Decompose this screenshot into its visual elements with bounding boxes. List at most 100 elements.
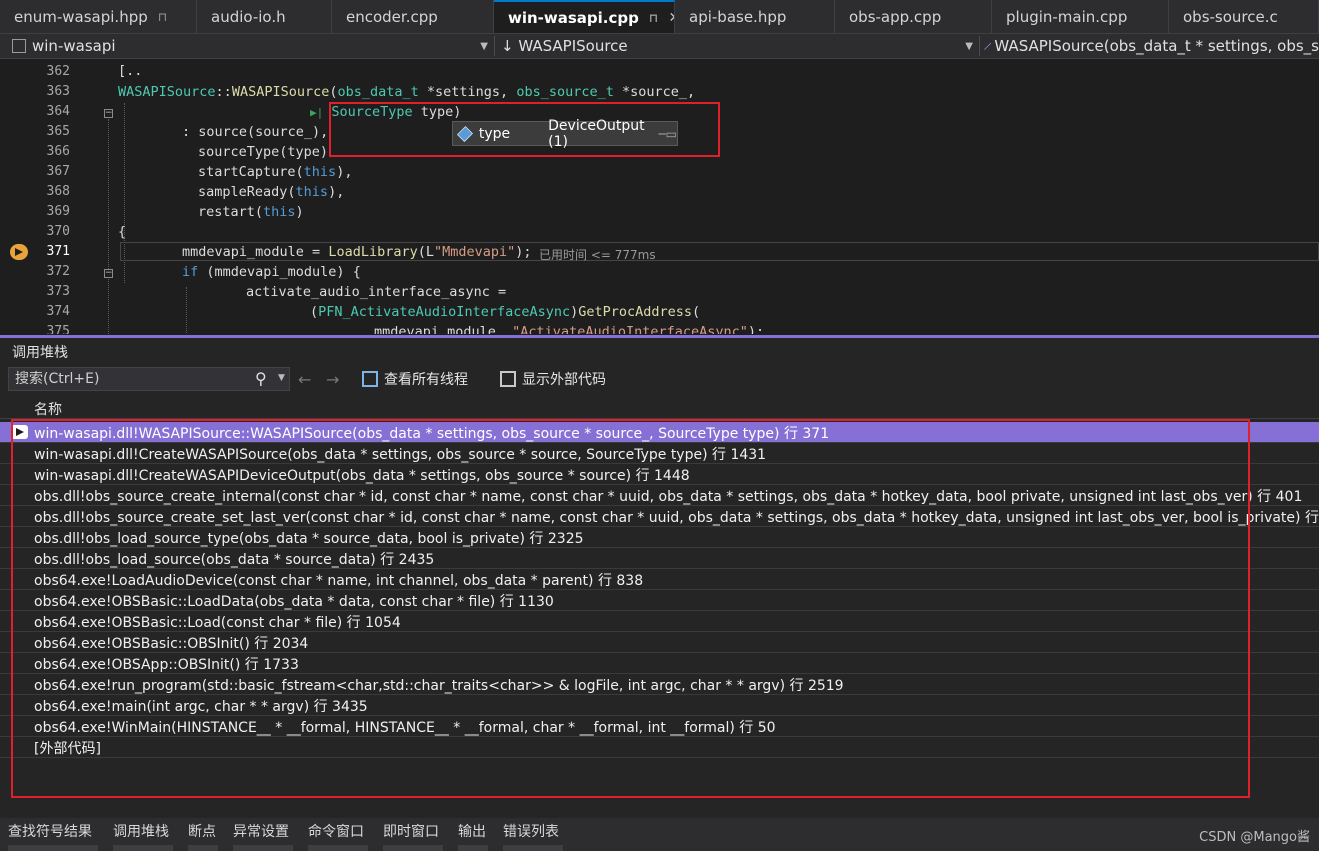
- member-dropdown[interactable]: WASAPISource(obs_data_t * settings, obs_…: [980, 34, 1319, 58]
- tab-label: enum-wasapi.hpp: [14, 7, 148, 26]
- code-line: [..: [118, 63, 143, 79]
- code-editor[interactable]: 362 363 364 365 366 367 368 369 370 371 …: [0, 59, 1319, 334]
- line-number: 362: [46, 64, 70, 79]
- search-box[interactable]: ⚲ ▼: [8, 367, 290, 391]
- tab-plugin-main-cpp[interactable]: plugin-main.cpp: [992, 0, 1169, 33]
- threads-icon: [362, 371, 378, 387]
- forward-arrow-icon[interactable]: →: [326, 370, 339, 389]
- tab-enum-wasapi-hpp[interactable]: enum-wasapi.hpp ⊓: [0, 0, 197, 33]
- column-header[interactable]: 名称: [0, 397, 1319, 419]
- tab-encoder-cpp[interactable]: encoder.cpp: [332, 0, 494, 33]
- line-number: 365: [46, 124, 70, 139]
- tab-error-list[interactable]: 错误列表: [503, 821, 559, 841]
- tab-underline: [503, 845, 563, 851]
- code-line: mmdevapi_module, "ActivateAudioInterface…: [374, 324, 765, 334]
- line-number: 375: [46, 324, 70, 334]
- code-line: activate_audio_interface_async =: [246, 284, 507, 300]
- back-arrow-icon[interactable]: ←: [298, 370, 311, 389]
- show-external-code-button[interactable]: 显示外部代码: [500, 369, 606, 389]
- tab-label: win-wasapi.cpp: [508, 8, 639, 27]
- pin-icon[interactable]: ⊓: [649, 11, 659, 25]
- collapse-icon[interactable]: −: [104, 269, 113, 278]
- tab-audio-io-h[interactable]: audio-io.h: [197, 0, 332, 33]
- variable-icon: [457, 125, 473, 142]
- fold-guide: [108, 119, 109, 269]
- collapse-icon[interactable]: −: [104, 109, 113, 118]
- tab-underline: [458, 845, 488, 851]
- line-number: 367: [46, 164, 70, 179]
- code-line: restart(this): [198, 204, 304, 220]
- navigation-bar: win-wasapi ▼ ↓ WASAPISource ▼ WASAPISour…: [0, 33, 1319, 59]
- tab-underline: [233, 845, 293, 851]
- line-number: 364: [46, 104, 70, 119]
- code-line: mmdevapi_module = LoadLibrary(L"Mmdevapi…: [182, 244, 532, 260]
- line-number: 371: [46, 244, 70, 259]
- tab-obs-source-c[interactable]: obs-source.c: [1169, 0, 1319, 33]
- code-line: startCapture(this),: [198, 164, 353, 180]
- project-icon: [12, 39, 26, 53]
- tab-obs-app-cpp[interactable]: obs-app.cpp: [835, 0, 992, 33]
- tab-label: encoder.cpp: [346, 7, 438, 26]
- watermark: CSDN @Mango酱: [1199, 830, 1310, 845]
- pin-icon[interactable]: ⊓: [158, 10, 167, 24]
- tab-underline: [308, 845, 368, 851]
- datatip-value[interactable]: DeviceOutput (1): [548, 118, 650, 150]
- chevron-down-icon: ▼: [480, 40, 488, 52]
- code-line: sampleReady(this),: [198, 184, 345, 200]
- datatip-name: type: [478, 125, 511, 142]
- code-line: : source(source_),: [182, 124, 329, 140]
- member-label: WASAPISource(obs_data_t * settings, obs_…: [994, 37, 1319, 55]
- tab-output[interactable]: 输出: [458, 821, 486, 841]
- call-stack-panel: 调用堆栈 ⚲ ▼ ← → 查看所有线程 显示外部代码 名称 win-wasapi…: [0, 338, 1319, 818]
- line-number: 368: [46, 184, 70, 199]
- highlight-box: [11, 419, 1250, 798]
- execution-pointer-icon: [10, 244, 28, 260]
- line-number: 370: [46, 224, 70, 239]
- project-label: win-wasapi: [32, 37, 116, 55]
- search-input[interactable]: [9, 370, 253, 388]
- search-icon[interactable]: ⚲: [255, 369, 267, 388]
- fold-guide: [108, 279, 109, 334]
- show-external-code-label: 显示外部代码: [522, 372, 606, 388]
- code-line: WASAPISource::WASAPISource(obs_data_t *s…: [118, 84, 696, 100]
- project-dropdown[interactable]: win-wasapi ▼: [0, 34, 494, 58]
- tool-window-tab-bar: 查找符号结果 调用堆栈 断点 异常设置 命令窗口 即时窗口 输出 错误列表 CS…: [0, 818, 1319, 851]
- tab-exception-settings[interactable]: 异常设置: [233, 821, 289, 841]
- line-number: 369: [46, 204, 70, 219]
- method-icon: [984, 42, 992, 50]
- datatip-popup[interactable]: type DeviceOutput (1) ─▭: [452, 118, 678, 150]
- code-line: {: [118, 224, 127, 240]
- tab-api-base-hpp[interactable]: api-base.hpp: [675, 0, 835, 33]
- tab-call-stack[interactable]: 调用堆栈: [113, 821, 169, 841]
- column-name-label: 名称: [34, 402, 62, 418]
- tab-label: api-base.hpp: [689, 7, 787, 26]
- view-all-threads-label: 查看所有线程: [384, 372, 468, 388]
- line-number: 363: [46, 84, 70, 99]
- indent-guide: [186, 287, 187, 334]
- line-number: 373: [46, 284, 70, 299]
- call-stack-toolbar: ⚲ ▼ ← → 查看所有线程 显示外部代码: [0, 364, 1319, 394]
- tab-underline: [8, 845, 98, 851]
- scope-dropdown[interactable]: ↓ WASAPISource ▼: [495, 34, 979, 58]
- tab-label: audio-io.h: [211, 7, 286, 26]
- line-number: 372: [46, 264, 70, 279]
- tab-find-symbol-results[interactable]: 查找符号结果: [8, 821, 92, 841]
- tab-label: obs-app.cpp: [849, 7, 942, 26]
- tab-breakpoints[interactable]: 断点: [188, 821, 216, 841]
- chevron-down-icon: ▼: [965, 40, 973, 52]
- view-all-threads-button[interactable]: 查看所有线程: [362, 369, 468, 389]
- tab-immediate-window[interactable]: 即时窗口: [383, 821, 439, 841]
- tab-underline: [113, 845, 173, 851]
- tab-win-wasapi-cpp[interactable]: win-wasapi.cpp ⊓ ✕: [494, 0, 675, 33]
- line-number: 366: [46, 144, 70, 159]
- tab-label: plugin-main.cpp: [1006, 7, 1128, 26]
- scope-label: ↓ WASAPISource: [501, 37, 628, 55]
- tab-command-window[interactable]: 命令窗口: [308, 821, 364, 841]
- elapsed-time-label: 已用时间 <= 777ms: [539, 248, 656, 262]
- code-line: if (mmdevapi_module) {: [182, 264, 361, 280]
- tab-underline: [383, 845, 443, 851]
- chevron-down-icon[interactable]: ▼: [278, 373, 285, 383]
- code-line: sourceType(type): [198, 144, 329, 160]
- code-line: (PFN_ActivateAudioInterfaceAsync)GetProc…: [310, 304, 701, 320]
- pin-icon[interactable]: ─▭: [658, 127, 677, 141]
